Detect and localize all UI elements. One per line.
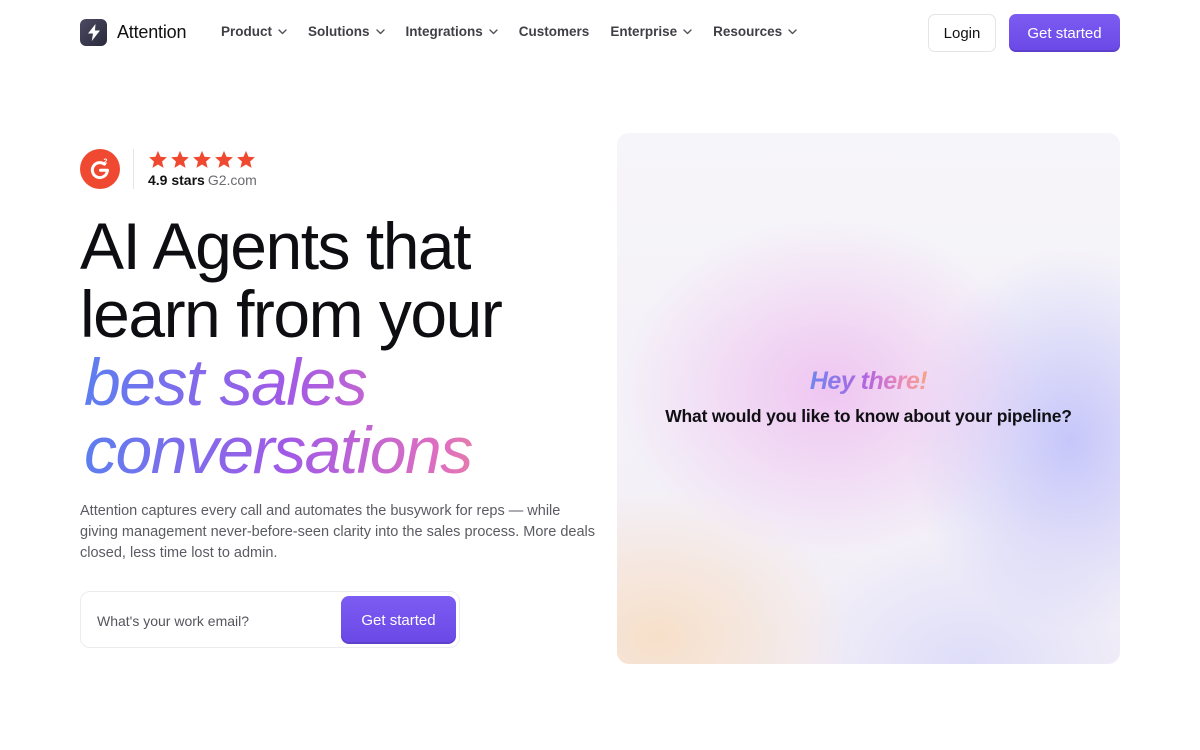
- menu-item-integrations[interactable]: Integrations: [406, 24, 498, 39]
- menu-item-customers[interactable]: Customers: [519, 24, 590, 39]
- chevron-down-icon: [489, 28, 498, 35]
- email-input[interactable]: [97, 610, 337, 632]
- main-menu: Product Solutions Integrations Customers…: [221, 24, 818, 39]
- lightning-logo-icon: [80, 19, 107, 46]
- rating-text: 4.9 stars G2.com: [148, 172, 257, 188]
- email-get-started-button[interactable]: Get started: [341, 596, 456, 644]
- star-icon: [149, 150, 167, 168]
- email-signup-form: Get started: [80, 591, 460, 648]
- headline-gradient-line: conversations: [80, 416, 600, 484]
- chevron-down-icon: [683, 28, 692, 35]
- star-icon: [215, 150, 233, 168]
- rating-details: 4.9 stars G2.com: [148, 150, 257, 188]
- get-started-button[interactable]: Get started: [1009, 14, 1120, 52]
- menu-item-resources[interactable]: Resources: [713, 24, 797, 39]
- headline-gradient-line: best sales: [80, 348, 600, 416]
- top-nav: Attention Product Solutions Integrations…: [0, 0, 1200, 66]
- g2-logo-icon: 2: [80, 149, 120, 189]
- menu-item-label: Enterprise: [610, 24, 678, 39]
- headline-line: learn from your: [80, 277, 503, 351]
- star-icon: [237, 150, 255, 168]
- menu-item-label: Resources: [713, 24, 783, 39]
- greeting-wrap: Hey there!: [617, 367, 1120, 396]
- chevron-down-icon: [278, 28, 287, 35]
- rating-value: 4.9 stars: [148, 172, 205, 188]
- menu-item-label: Customers: [518, 24, 590, 39]
- chevron-down-icon: [375, 28, 385, 35]
- star-rating: [148, 150, 257, 169]
- rating-source: G2.com: [207, 172, 257, 188]
- chevron-down-icon: [788, 28, 797, 35]
- star-icon: [193, 150, 211, 168]
- chat-hero-card: Hey there! What would you like to know a…: [617, 133, 1120, 664]
- menu-item-enterprise[interactable]: Enterprise: [610, 24, 692, 39]
- menu-item-label: Solutions: [308, 24, 370, 39]
- chat-question: What would you like to know about your p…: [665, 406, 1072, 426]
- menu-item-label: Integrations: [405, 24, 483, 39]
- chat-greeting: Hey there!: [809, 367, 928, 395]
- menu-item-label: Product: [221, 24, 273, 39]
- hero-description: Attention captures every call and automa…: [80, 503, 596, 561]
- brand[interactable]: Attention: [80, 19, 186, 46]
- menu-item-product[interactable]: Product: [221, 24, 287, 39]
- rating-divider: [133, 149, 134, 189]
- hero-headline: AI Agents that learn from your best sale…: [80, 212, 600, 484]
- menu-item-solutions[interactable]: Solutions: [308, 24, 385, 39]
- svg-text:2: 2: [104, 159, 108, 166]
- star-icon: [171, 150, 189, 168]
- headline-line: AI Agents that: [80, 209, 471, 283]
- brand-name: Attention: [117, 22, 187, 42]
- g2-rating: 2 4.9 stars G2.com: [80, 149, 257, 189]
- login-button[interactable]: Login: [928, 14, 996, 52]
